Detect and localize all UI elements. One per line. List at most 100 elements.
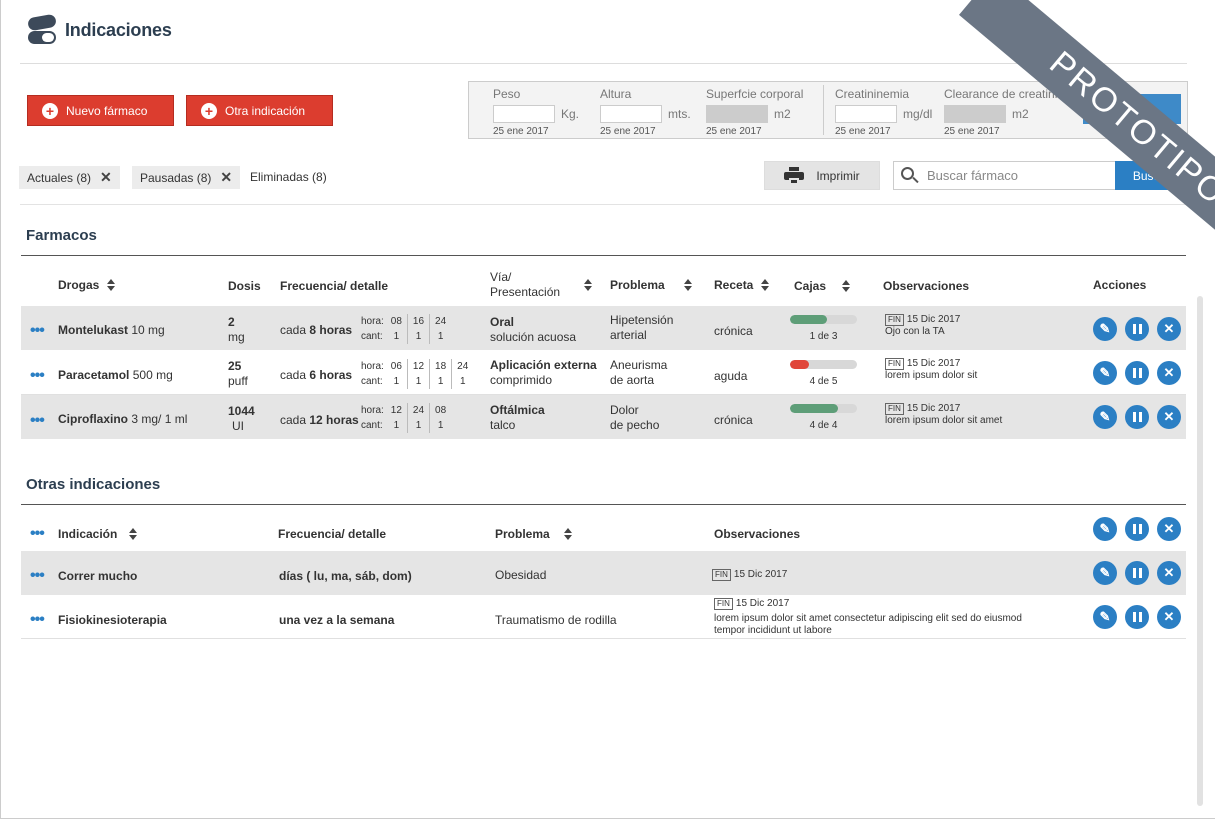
boxes-label: 4 de 4 [809,420,838,431]
drug-dose-unit: UI [232,419,244,433]
pause-button[interactable] [1125,361,1149,385]
problem-line: Hipetensión [610,313,674,327]
more-options-icon[interactable]: ••• [30,612,45,628]
col-problem[interactable]: Problema [495,527,572,541]
more-options-icon[interactable]: ••• [30,368,45,384]
col-indication-label: Indicación [58,527,118,541]
edit-button[interactable]: ✎ [1093,405,1117,429]
scrollbar[interactable] [1197,296,1203,806]
col-indication[interactable]: Indicación [58,527,138,541]
pencil-icon: ✎ [1099,321,1111,336]
close-icon: ✕ [1163,365,1175,380]
new-drug-button[interactable]: + Nuevo fármaco [27,95,174,126]
printer-icon [784,166,805,185]
tab-current[interactable]: Actuales (8) ✕ [19,166,120,189]
delete-button[interactable]: ✕ [1157,561,1181,585]
obs-text: tempor incididunt ut labore [714,625,832,636]
obs-date: 15 Dic 2017 [906,314,961,325]
drug-recipe: crónica [714,324,753,338]
observation: FIN 15 Dic 2017 lorem ipsum dolor sit [885,358,977,382]
close-icon[interactable]: ✕ [100,169,112,186]
weight-input[interactable] [493,105,555,123]
tab-paused-label: Pausadas (8) [140,170,212,185]
boxes-progress-fill [790,404,839,413]
section-divider [21,255,1186,256]
tab-paused[interactable]: Pausadas (8) ✕ [132,166,241,189]
obs-text: lorem ipsum dolor sit amet consectetur a… [714,613,1022,624]
delete-button[interactable]: ✕ [1157,317,1181,341]
more-options-icon[interactable]: ••• [30,526,45,542]
more-options-icon[interactable]: ••• [30,568,45,584]
edit-button[interactable]: ✎ [1093,605,1117,629]
close-icon: ✕ [1163,409,1175,424]
tab-deleted[interactable]: Eliminadas (8) [242,165,335,188]
schedule-hour: 06 [390,361,402,372]
edit-button[interactable]: ✎ [1093,361,1117,385]
col-recipe[interactable]: Receta [714,278,770,292]
col-frequency: Frecuencia/ detalle [280,279,388,293]
drug-dose-unit: mg [228,330,245,344]
add-pill-icon: + [42,102,58,119]
col-actions: Acciones [1093,278,1146,292]
col-frequency-label: Frecuencia/ detalle [278,527,387,541]
schedule-hour: 18 [429,359,452,374]
edit-button[interactable]: ✎ [1093,561,1117,585]
schedule-qty: 1 [406,374,430,389]
col-problem-label: Problema [495,527,550,541]
height-unit: mts. [668,107,691,121]
indication-name: Correr mucho [58,569,138,583]
delete-all-button[interactable]: ✕ [1157,517,1181,541]
print-button[interactable]: Imprimir [764,161,880,190]
freq-prefix: cada [280,323,307,337]
pause-button[interactable] [1125,605,1149,629]
schedule-qty: 1 [451,374,474,389]
fin-badge: FIN [714,598,733,610]
col-route[interactable]: Vía/ Presentación [490,270,592,300]
dose-schedule: hora: 06 12 18 24 cant: 1 1 1 1 [361,359,474,389]
schedule-hour: 08 [390,316,402,327]
obs-text: Ojo con la TA [885,326,945,337]
drugs-section-title: Farmacos [26,227,97,244]
height-input[interactable] [600,105,662,123]
problem-line: de aorta [610,373,655,387]
pause-button[interactable] [1125,317,1149,341]
other-indication-button[interactable]: + Otra indicación [186,95,333,126]
freq-prefix: cada [280,413,307,427]
edit-all-button[interactable]: ✎ [1093,517,1117,541]
indication-frequency: días ( lu, ma, sáb, dom) [279,569,412,583]
more-options-icon[interactable]: ••• [30,323,45,339]
close-icon: ✕ [1163,521,1175,536]
schedule-hour: 16 [406,314,430,329]
plus-circle-icon: + [201,102,217,119]
observation: FIN 15 Dic 2017 [712,569,787,581]
col-boxes[interactable]: Cajas [794,279,851,293]
obs-text: lorem ipsum dolor sit [885,370,978,381]
delete-button[interactable]: ✕ [1157,361,1181,385]
col-problem[interactable]: Problema [610,278,692,292]
close-icon: ✕ [1163,321,1175,336]
indication-name: Fisiokinesioterapia [58,613,167,627]
schedule-hour: 08 [429,403,452,418]
drug-dose: 2 mg [228,315,245,345]
schedule-qty: 1 [406,329,430,344]
observation: FIN 15 Dic 2017 lorem ipsum dolor sit amet [885,403,1002,427]
pause-icon [1132,612,1142,622]
col-drug[interactable]: Drogas [58,278,116,292]
drug-name: Ciproflaxino 3 mg/ 1 ml [58,412,187,426]
drug-recipe: crónica [714,413,753,427]
edit-button[interactable]: ✎ [1093,317,1117,341]
schedule-hour: 24 [429,314,452,329]
delete-button[interactable]: ✕ [1157,605,1181,629]
table-row [21,551,1186,595]
sort-icon [761,279,770,291]
pause-all-button[interactable] [1125,517,1149,541]
schedule-hour-label: hora: [361,316,384,327]
more-options-icon[interactable]: ••• [30,413,45,429]
pause-button[interactable] [1125,405,1149,429]
delete-button[interactable]: ✕ [1157,405,1181,429]
route-text: Oftálmica [490,403,545,417]
pause-icon [1132,324,1142,334]
schedule-qty-label: cant: [361,376,383,387]
pause-button[interactable] [1125,561,1149,585]
close-icon[interactable]: ✕ [220,169,232,186]
